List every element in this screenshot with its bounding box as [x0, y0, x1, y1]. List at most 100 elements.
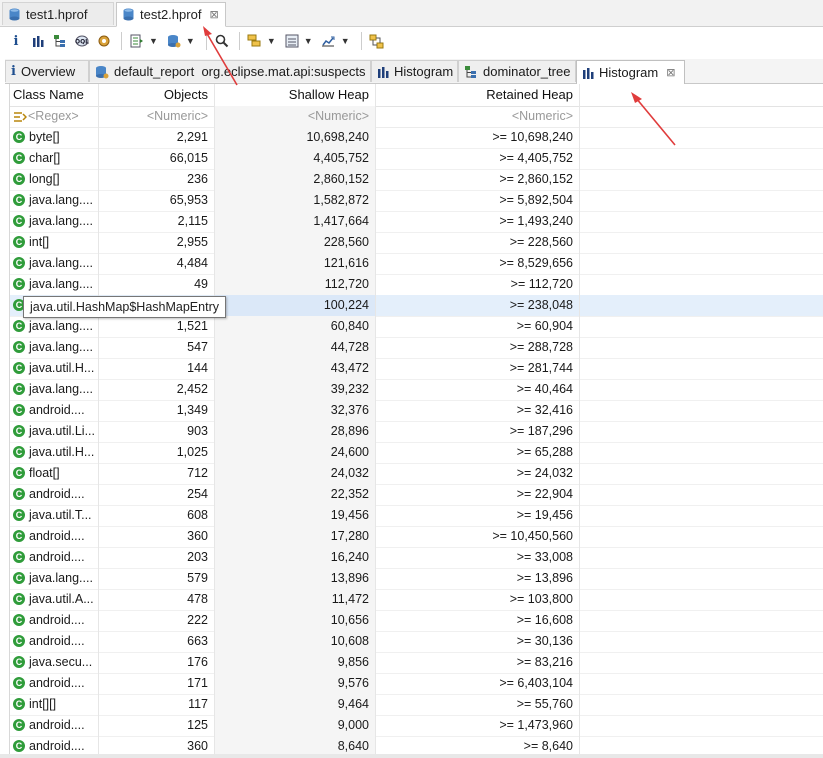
close-icon[interactable]: ⊠: [209, 8, 218, 21]
table-row[interactable]: Cfloat[] 712 24,032 >= 24,032: [10, 463, 823, 485]
table-row[interactable]: Cjava.util.Li... 903 28,896 >= 187,296: [10, 421, 823, 443]
class-name-cell: Candroid....: [10, 526, 98, 547]
objects-cell: 222: [98, 610, 214, 631]
calculate-retained-button[interactable]: [282, 31, 302, 51]
compare-button[interactable]: [367, 31, 387, 51]
column-header-shallow-heap[interactable]: Shallow Heap: [214, 84, 375, 106]
class-name-cell: Cjava.lang....: [10, 337, 98, 358]
query-browser-button[interactable]: [164, 31, 184, 51]
class-name-text: java.lang....: [29, 277, 93, 291]
filter-class-name[interactable]: <Regex>: [10, 106, 98, 127]
class-icon: C: [13, 277, 25, 290]
table-row[interactable]: Clong[] 236 2,860,152 >= 2,860,152: [10, 169, 823, 191]
class-icon: C: [13, 340, 25, 353]
table-row[interactable]: Cjava.lang.... 2,115 1,417,664 >= 1,493,240: [10, 211, 823, 233]
class-icon: C: [13, 739, 25, 752]
table-row[interactable]: Cjava.lang.... 579 13,896 >= 13,896: [10, 568, 823, 590]
filter-shallow-heap[interactable]: <Numeric>: [214, 106, 375, 127]
table-row[interactable]: Cjava.lang.... 2,452 39,232 >= 40,464: [10, 379, 823, 401]
column-header-objects[interactable]: Objects: [98, 84, 214, 106]
table-row[interactable]: Cjava.lang.... 65,953 1,582,872 >= 5,892,50…: [10, 190, 823, 212]
search-icon: [215, 34, 229, 48]
table-row[interactable]: Cjava.lang.... 4,484 121,616 >= 8,529,656: [10, 253, 823, 275]
editor-tab-label: test1.hprof: [26, 6, 88, 22]
histogram-button[interactable]: [28, 31, 48, 51]
class-name-cell: Cjava.lang....: [10, 274, 98, 295]
objects-cell: 903: [98, 421, 214, 442]
shallow-heap-cell: 16,240: [214, 547, 375, 568]
table-row[interactable]: Cjava.util.T... 608 19,456 >= 19,456: [10, 505, 823, 527]
class-name-text: java.util.H...: [29, 361, 95, 375]
table-row[interactable]: Candroid.... 222 10,656 >= 16,608: [10, 610, 823, 632]
shallow-heap-cell: 19,456: [214, 505, 375, 526]
info-icon: i: [11, 64, 16, 79]
table-row[interactable]: Cchar[] 66,015 4,405,752 >= 4,405,752: [10, 148, 823, 170]
table-row[interactable]: Cbyte[] 2,291 10,698,240 >= 10,698,240: [10, 127, 823, 149]
chevron-down-icon[interactable]: ▼: [149, 36, 158, 46]
search-button[interactable]: [212, 31, 232, 51]
class-name-cell: Cint[]: [10, 232, 98, 253]
svg-text:OQL: OQL: [75, 39, 89, 46]
table-row[interactable]: Cjava.util.H... 1,025 24,600 >= 65,288: [10, 442, 823, 464]
table-row[interactable]: Cjava.lang.... 1,521 60,840 >= 60,904: [10, 316, 823, 338]
chevron-down-icon[interactable]: ▼: [304, 36, 313, 46]
shallow-heap-cell: 32,376: [214, 400, 375, 421]
tree-icon: [464, 65, 478, 79]
chevron-down-icon[interactable]: ▼: [341, 36, 350, 46]
run-report-button[interactable]: [127, 31, 147, 51]
tab-histogram-active[interactable]: Histogram ⊠: [576, 60, 685, 84]
shallow-heap-cell: 100,224: [214, 295, 375, 316]
class-name-text: android....: [29, 718, 85, 732]
tab-overview[interactable]: i Overview: [5, 60, 89, 82]
table-row[interactable]: Cjava.secu... 176 9,856 >= 83,216: [10, 652, 823, 674]
class-name-cell: Cjava.lang....: [10, 211, 98, 232]
table-row[interactable]: Candroid.... 254 22,352 >= 22,904: [10, 484, 823, 506]
export-button[interactable]: [319, 31, 339, 51]
retained-heap-cell: >= 83,216: [375, 652, 579, 673]
column-header-class-name[interactable]: Class Name: [10, 84, 98, 106]
shallow-heap-cell: 24,600: [214, 442, 375, 463]
class-icon: C: [13, 508, 25, 521]
heap-dump-overview-button[interactable]: [94, 31, 114, 51]
filter-retained-heap[interactable]: <Numeric>: [375, 106, 579, 127]
table-row[interactable]: Cint[][] 117 9,464 >= 55,760: [10, 694, 823, 716]
editor-tab-test1[interactable]: test1.hprof: [2, 2, 114, 25]
table-row[interactable]: Candroid.... 125 9,000 >= 1,473,960: [10, 715, 823, 737]
class-name-text: android....: [29, 634, 85, 648]
table-row[interactable]: Candroid.... 171 9,576 >= 6,403,104: [10, 673, 823, 695]
tab-histogram[interactable]: Histogram: [371, 60, 458, 82]
shallow-heap-cell: 121,616: [214, 253, 375, 274]
empty-cell: [579, 589, 823, 610]
table-row[interactable]: Candroid.... 360 17,280 >= 10,450,560: [10, 526, 823, 548]
table-row[interactable]: Candroid.... 1,349 32,376 >= 32,416: [10, 400, 823, 422]
column-header-retained-heap[interactable]: Retained Heap: [375, 84, 579, 106]
objects-cell: 2,115: [98, 211, 214, 232]
tab-dominator-tree[interactable]: dominator_tree: [458, 60, 576, 82]
chevron-down-icon[interactable]: ▼: [186, 36, 195, 46]
class-name-cell: Cjava.lang....: [10, 253, 98, 274]
group-by-button[interactable]: [245, 31, 265, 51]
shallow-heap-cell: 228,560: [214, 232, 375, 253]
oql-button[interactable]: OQL: [72, 31, 92, 51]
class-icon: C: [13, 256, 25, 269]
table-row[interactable]: Cjava.util.A... 478 11,472 >= 103,800: [10, 589, 823, 611]
dominator-tree-button[interactable]: [50, 31, 70, 51]
class-name-text: java.util.T...: [29, 508, 92, 522]
class-icon: C: [13, 529, 25, 542]
table-row[interactable]: Cjava.util.H... 144 43,472 >= 281,744: [10, 358, 823, 380]
close-icon[interactable]: ⊠: [666, 66, 675, 79]
export-icon: [322, 36, 335, 47]
table-row[interactable]: Cjava.lang.... 547 44,728 >= 288,728: [10, 337, 823, 359]
editor-tab-test2[interactable]: test2.hprof ⊠: [116, 2, 226, 27]
table-row[interactable]: Candroid.... 203 16,240 >= 33,008: [10, 547, 823, 569]
table-row[interactable]: Candroid.... 663 10,608 >= 30,136: [10, 631, 823, 653]
chevron-down-icon[interactable]: ▼: [267, 36, 276, 46]
editor-tab-label: test2.hprof: [140, 7, 202, 22]
column-header-empty: [579, 84, 823, 106]
info-button[interactable]: i: [6, 31, 26, 51]
table-row[interactable]: Cjava.lang.... 49 112,720 >= 112,720: [10, 274, 823, 296]
table-row[interactable]: Cint[] 2,955 228,560 >= 228,560: [10, 232, 823, 254]
filter-objects[interactable]: <Numeric>: [98, 106, 214, 127]
tab-default-report[interactable]: default_report org.eclipse.mat.api:suspe…: [89, 60, 371, 82]
empty-cell: [579, 421, 823, 442]
